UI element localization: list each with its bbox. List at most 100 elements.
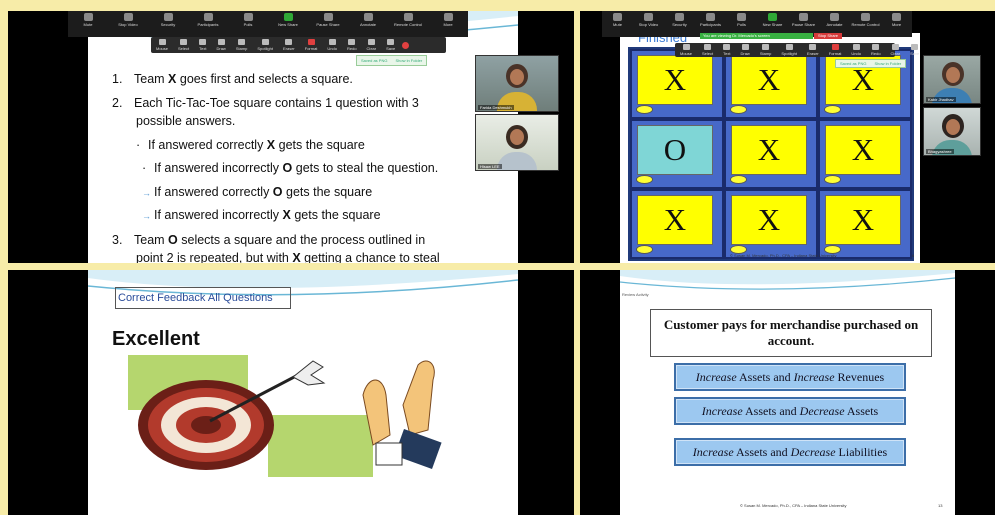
zoom-control-participants[interactable]: Participants: [695, 11, 726, 27]
answer-text-run: Assets and: [742, 403, 800, 418]
rules-text-run: gets the square: [290, 208, 381, 222]
answer-option[interactable]: Increase Assets and Decrease Assets: [674, 397, 906, 425]
question-box: Customer pays for merchandise purchased …: [650, 309, 932, 357]
show-in-folder-link[interactable]: Show in Folder: [874, 61, 901, 66]
zoom-control-new-share[interactable]: New Share: [268, 11, 308, 27]
annotate-tool-spotlight[interactable]: Spotlight: [252, 39, 278, 51]
rules-text-run: goes first and selects a square.: [176, 72, 353, 86]
annotate-tool-select[interactable]: Select: [173, 39, 194, 51]
zoom-control-polls[interactable]: Polls: [726, 11, 757, 27]
control-label: Pause Share: [316, 22, 340, 27]
oval-marker: [730, 175, 747, 184]
tool-icon: [348, 39, 356, 45]
tool-icon: [199, 39, 207, 45]
annotate-tool-spotlight[interactable]: Spotlight: [776, 44, 802, 56]
annotate-tool-eraser[interactable]: Eraser: [278, 39, 300, 51]
control-icon: [443, 13, 453, 21]
zoom-control-annotate[interactable]: Annotate: [819, 11, 850, 27]
zoom-control-mute[interactable]: Mute: [68, 11, 108, 27]
zoom-control-stop-video[interactable]: Stop Video: [108, 11, 148, 27]
annotate-tool-text[interactable]: Text: [718, 44, 735, 56]
board-mark: X: [637, 55, 713, 105]
annotate-tool-text[interactable]: Text: [194, 39, 211, 51]
zoom-control-remote-control[interactable]: Remote Control: [388, 11, 428, 27]
board-cell[interactable]: X: [724, 49, 818, 119]
control-icon: [799, 13, 808, 21]
annotate-tool-format[interactable]: Format: [824, 44, 847, 56]
board-cell[interactable]: X: [818, 119, 912, 189]
tool-icon: [852, 44, 860, 50]
annotate-tool-eraser[interactable]: Eraser: [802, 44, 824, 56]
board-cell[interactable]: O: [630, 119, 724, 189]
annotate-tool-clear[interactable]: Clear: [886, 44, 906, 56]
zoom-control-security[interactable]: Security: [664, 11, 695, 27]
zoom-control-participants[interactable]: Participants: [188, 11, 228, 27]
tool-icon: [704, 44, 712, 50]
zoom-control-remote-control[interactable]: Remote Control: [850, 11, 881, 27]
rules-text-run: X: [282, 208, 291, 222]
board-cell[interactable]: X: [630, 49, 724, 119]
control-label: Pause Share: [791, 22, 816, 27]
annotate-tool-draw[interactable]: Draw: [211, 39, 230, 51]
annotate-tool-draw[interactable]: Draw: [735, 44, 754, 56]
rules-line: → If answered incorrectly X gets the squa…: [142, 208, 381, 222]
answer-text-run: Increase: [701, 403, 743, 418]
annotate-tool-redo[interactable]: Redo: [342, 39, 362, 51]
board-cell[interactable]: X: [630, 189, 724, 259]
control-label: Stop Video: [118, 22, 138, 27]
board-cell[interactable]: X: [724, 119, 818, 189]
show-in-folder-link[interactable]: Show in Folder: [395, 58, 422, 63]
zoom-control-security[interactable]: Security: [148, 11, 188, 27]
tool-icon: [891, 44, 899, 50]
participant-video-1[interactable]: Farida Deshmukh: [475, 55, 559, 112]
screen-share-panel-3: Correct Feedback All Questions Excellent: [8, 270, 574, 515]
close-annotation-icon[interactable]: [402, 41, 410, 49]
zoom-control-pause-share[interactable]: Pause Share: [308, 11, 348, 27]
rules-text-run: O: [168, 233, 178, 247]
participant-video-1[interactable]: Kabir Jhadhav: [923, 55, 981, 104]
zoom-control-stop-video[interactable]: Stop Video: [633, 11, 664, 27]
annotate-tool-save[interactable]: Save: [381, 39, 400, 51]
board-cell[interactable]: X: [818, 189, 912, 259]
annotate-tool-select[interactable]: Select: [697, 44, 718, 56]
zoom-control-pause-share[interactable]: Pause Share: [788, 11, 819, 27]
slide-page-number: 13: [938, 503, 943, 508]
annotate-tool-mouse[interactable]: Mouse: [151, 39, 173, 51]
stop-share-button[interactable]: Stop Share: [814, 33, 842, 39]
control-label: Polls: [737, 22, 746, 27]
participant-video-2[interactable]: Bhagyashree: [923, 107, 981, 156]
board-mark: X: [731, 195, 807, 245]
annotate-tool-stamp[interactable]: Stamp: [231, 39, 253, 51]
zoom-control-more[interactable]: More: [881, 11, 912, 27]
zoom-control-more[interactable]: More: [428, 11, 468, 27]
zoom-control-mute[interactable]: Mute: [602, 11, 633, 27]
answer-text-run: Increase: [793, 369, 835, 384]
rules-line: 2. Each Tic-Tac-Toe square contains 1 que…: [112, 96, 419, 110]
answer-option[interactable]: Increase Assets and Decrease Liabilities: [674, 438, 906, 466]
oval-marker: [636, 105, 653, 114]
oval-marker: [824, 105, 841, 114]
board-cell[interactable]: X: [724, 189, 818, 259]
answer-text-run: Increase: [695, 369, 737, 384]
control-label: New Share: [278, 22, 298, 27]
rules-text-run: Team: [134, 72, 169, 86]
annotate-tool-mouse[interactable]: Mouse: [675, 44, 697, 56]
board-mark: X: [731, 55, 807, 105]
zoom-control-polls[interactable]: Polls: [228, 11, 268, 27]
annotate-tool-undo[interactable]: Undo: [322, 39, 342, 51]
board-mark: X: [825, 125, 901, 175]
rules-text-run: selects a square and the process outline…: [177, 233, 426, 247]
zoom-control-annotate[interactable]: Annotate: [348, 11, 388, 27]
annotate-tool-format[interactable]: Format: [300, 39, 323, 51]
annotate-tool-clear[interactable]: Clear: [362, 39, 382, 51]
control-icon: [706, 13, 715, 21]
answer-text-run: Revenues: [834, 369, 885, 384]
participant-name: Farida Deshmukh: [478, 105, 514, 110]
annotate-tool-stamp[interactable]: Stamp: [755, 44, 777, 56]
annotate-tool-redo[interactable]: Redo: [866, 44, 886, 56]
annotate-tool-save[interactable]: Save: [905, 44, 924, 56]
annotate-tool-undo[interactable]: Undo: [846, 44, 866, 56]
answer-option[interactable]: Increase Assets and Increase Revenues: [674, 363, 906, 391]
participant-video-2[interactable]: Hisaw LEE: [475, 114, 559, 171]
zoom-control-new-share[interactable]: New Share: [757, 11, 788, 27]
